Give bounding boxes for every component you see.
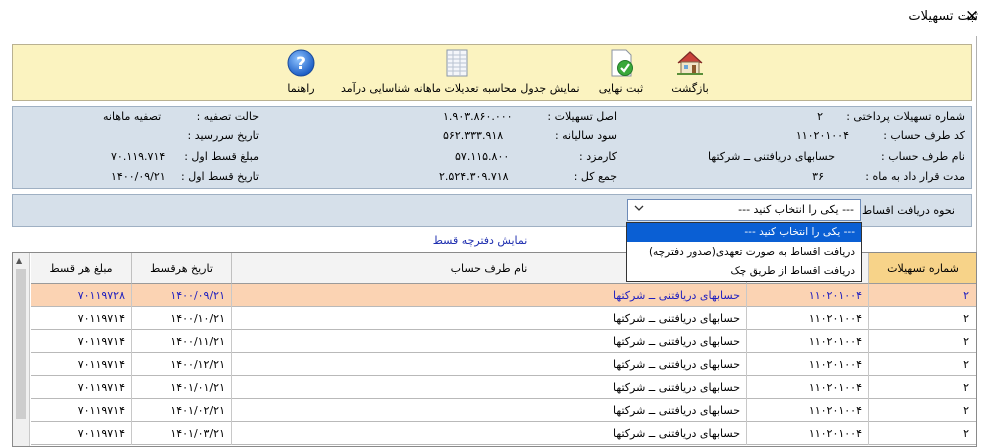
contract-months-value: ۳۶ — [812, 170, 824, 183]
title-bar: ثبت تسهیلات × — [0, 0, 989, 36]
vertical-scrollbar[interactable]: ▲ — [13, 253, 30, 446]
cell-account-name: حسابهای دریافتنی ــ شرکتها — [232, 353, 747, 376]
total-label: جمع کل : — [573, 170, 617, 183]
facility-info-panel: شماره تسهیلات پرداختی : کد طرف حساب : نا… — [12, 106, 972, 189]
table-row[interactable]: ۷۰۱۱۹۷۱۴ ۱۴۰۱/۰۱/۲۱ حسابهای دریافتنی ــ … — [31, 376, 976, 399]
cell-account-code: ۱۱۰۲۰۱۰۰۴ — [747, 330, 869, 353]
payment-method-selected: --- یکی را انتخاب کنید --- — [738, 203, 854, 216]
document-check-icon — [611, 49, 633, 77]
payment-option-placeholder[interactable]: --- یکی را انتخاب کنید --- — [627, 223, 861, 242]
cell-due-date: ۱۴۰۱/۰۱/۲۱ — [132, 376, 232, 399]
cell-account-name: حسابهای دریافتنی ــ شرکتها — [232, 399, 747, 422]
cell-account-name: حسابهای دریافتنی ــ شرکتها — [232, 376, 747, 399]
close-icon[interactable]: × — [962, 6, 982, 26]
cell-amount: ۷۰۱۱۹۷۱۴ — [31, 399, 132, 422]
cell-account-code: ۱۱۰۲۰۱۰۰۴ — [747, 353, 869, 376]
toolbar: ? راهنما نمایش جدول محاسبه تعدیلات ماهان… — [12, 44, 972, 101]
scroll-up-icon[interactable]: ▲ — [16, 256, 22, 265]
table-row[interactable]: ۷۰۱۱۹۷۱۴ ۱۴۰۱/۰۳/۲۱ حسابهای دریافتنی ــ … — [31, 422, 976, 445]
cell-due-date: ۱۴۰۰/۱۰/۲۱ — [132, 307, 232, 330]
facility-number-value: ۲ — [817, 110, 823, 123]
payment-option-booklet[interactable]: دریافت اقساط به صورت تعهدی(صدور دفترچه) — [627, 243, 861, 262]
payment-method-dropdown: --- یکی را انتخاب کنید --- دریافت اقساط … — [626, 222, 862, 282]
first-installment-amount-value: ۷۰.۱۱۹.۷۱۴ — [111, 150, 166, 163]
cell-account-code: ۱۱۰۲۰۱۰۰۴ — [747, 422, 869, 445]
scrollbar-thumb[interactable] — [16, 269, 26, 419]
help-button[interactable]: ? راهنما — [271, 45, 331, 100]
contract-months-label: مدت قرار داد به ماه : — [865, 170, 965, 183]
settlement-mode-value: تصفیه ماهانه — [103, 110, 162, 123]
cell-amount: ۷۰۱۱۹۷۱۴ — [31, 376, 132, 399]
cell-amount: ۷۰۱۱۹۷۲۸ — [31, 284, 132, 307]
cell-facility-number: ۲ — [869, 353, 976, 376]
cell-due-date: ۱۴۰۰/۱۱/۲۱ — [132, 330, 232, 353]
cell-due-date: ۱۴۰۰/۰۹/۲۱ — [132, 284, 232, 307]
cell-account-code: ۱۱۰۲۰۱۰۰۴ — [747, 399, 869, 422]
payment-method-label: نحوه دریافت اقساط : — [854, 204, 955, 217]
settlement-mode-label: حالت تصفیه : — [196, 110, 259, 123]
first-installment-amount-label: مبلغ قسط اول : — [184, 150, 259, 163]
cell-amount: ۷۰۱۱۹۷۱۴ — [31, 422, 132, 445]
account-name-value: حسابهای دریافتنی ــ شرکتها — [708, 150, 835, 163]
final-save-button[interactable]: ثبت نهایی — [593, 45, 649, 100]
help-label: راهنما — [287, 82, 315, 95]
fee-label: کارمزد : — [579, 150, 617, 163]
account-code-value: ۱۱۰۲۰۱۰۰۴ — [795, 129, 849, 142]
help-icon: ? — [287, 49, 315, 77]
due-date-label: تاریخ سررسید : — [187, 129, 260, 142]
final-save-label: ثبت نهایی — [598, 82, 644, 95]
cell-facility-number: ۲ — [869, 330, 976, 353]
back-button[interactable]: بازگشت — [665, 45, 715, 100]
cell-account-name: حسابهای دریافتنی ــ شرکتها — [232, 330, 747, 353]
header-due-date[interactable]: تاریخ هرقسط — [132, 253, 232, 284]
table-row[interactable]: ۷۰۱۱۹۷۱۴ ۱۴۰۰/۱۲/۲۱ حسابهای دریافتنی ــ … — [31, 353, 976, 376]
cell-amount: ۷۰۱۱۹۷۱۴ — [31, 330, 132, 353]
first-installment-date-label: تاریخ قسط اول : — [181, 170, 259, 183]
annual-profit-value: ۵۶۲.۳۳۳.۹۱۸ — [443, 129, 504, 142]
first-installment-date-value: ۱۴۰۰/۰۹/۲۱ — [111, 170, 166, 183]
principal-label: اصل تسهیلات : — [547, 110, 617, 123]
table-row[interactable]: ۷۰۱۱۹۷۲۸ ۱۴۰۰/۰۹/۲۱ حسابهای دریافتنی ــ … — [31, 284, 976, 307]
account-name-label: نام طرف حساب : — [881, 150, 965, 163]
cell-due-date: ۱۴۰۱/۰۳/۲۱ — [132, 422, 232, 445]
chevron-down-icon[interactable] — [634, 203, 644, 216]
show-adjustments-table-label: نمایش جدول محاسبه تعدیلات ماهانه شناسایی… — [341, 82, 580, 95]
cell-facility-number: ۲ — [869, 307, 976, 330]
cell-due-date: ۱۴۰۱/۰۲/۲۱ — [132, 399, 232, 422]
facility-number-label: شماره تسهیلات پرداختی : — [846, 110, 965, 123]
annual-profit-label: سود سالیانه : — [554, 129, 617, 142]
cell-amount: ۷۰۱۱۹۷۱۴ — [31, 353, 132, 376]
cell-account-code: ۱۱۰۲۰۱۰۰۴ — [747, 376, 869, 399]
header-facility-number[interactable]: شماره تسهیلات — [869, 253, 976, 284]
total-value: ۲.۵۲۴.۳۰۹.۷۱۸ — [439, 170, 509, 183]
svg-text:?: ? — [296, 54, 306, 74]
cell-account-name: حسابهای دریافتنی ــ شرکتها — [232, 307, 747, 330]
account-code-label: کد طرف حساب : — [883, 129, 965, 142]
back-label: بازگشت — [671, 82, 709, 95]
principal-value: ۱.۹۰۳.۸۶۰.۰۰۰ — [443, 110, 513, 123]
fee-value: ۵۷.۱۱۵.۸۰۰ — [455, 150, 510, 163]
cell-facility-number: ۲ — [869, 284, 976, 307]
table-row[interactable]: ۷۰۱۱۹۷۱۴ ۱۴۰۰/۱۰/۲۱ حسابهای دریافتنی ــ … — [31, 307, 976, 330]
cell-account-name: حسابهای دریافتنی ــ شرکتها — [232, 284, 747, 307]
cell-account-code: ۱۱۰۲۰۱۰۰۴ — [747, 284, 869, 307]
cell-facility-number: ۲ — [869, 376, 976, 399]
home-icon — [677, 51, 703, 75]
table-row[interactable]: ۷۰۱۱۹۷۱۴ ۱۴۰۰/۱۱/۲۱ حسابهای دریافتنی ــ … — [31, 330, 976, 353]
show-booklet-link[interactable]: نمایش دفترچه قسط — [420, 234, 540, 247]
cell-due-date: ۱۴۰۰/۱۲/۲۱ — [132, 353, 232, 376]
spreadsheet-icon — [446, 49, 468, 77]
payment-option-cheque[interactable]: دریافت اقساط از طریق چک — [627, 262, 861, 281]
cell-amount: ۷۰۱۱۹۷۱۴ — [31, 307, 132, 330]
payment-method-select[interactable]: --- یکی را انتخاب کنید --- — [627, 199, 861, 221]
cell-account-code: ۱۱۰۲۰۱۰۰۴ — [747, 307, 869, 330]
show-adjustments-table-button[interactable]: نمایش جدول محاسبه تعدیلات ماهانه شناسایی… — [341, 45, 580, 100]
table-row[interactable]: ۷۰۱۱۹۷۱۴ ۱۴۰۱/۰۲/۲۱ حسابهای دریافتنی ــ … — [31, 399, 976, 422]
cell-facility-number: ۲ — [869, 399, 976, 422]
window-edge — [976, 36, 989, 447]
header-amount[interactable]: مبلغ هر قسط — [31, 253, 132, 284]
cell-facility-number: ۲ — [869, 422, 976, 445]
cell-account-name: حسابهای دریافتنی ــ شرکتها — [232, 422, 747, 445]
